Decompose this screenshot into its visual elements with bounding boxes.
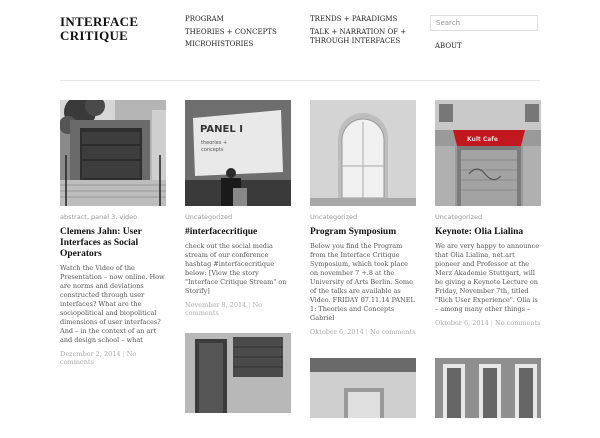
windows-facade-photo <box>435 358 541 418</box>
post-excerpt: We are very happy to announce that Olia … <box>435 242 540 313</box>
post-thumbnail-6[interactable] <box>310 358 416 438</box>
slide-subtitle-2: concepts <box>201 147 224 153</box>
post-comments-link[interactable]: No comments <box>495 319 541 327</box>
category-link[interactable]: abstract <box>60 213 87 221</box>
nav-program[interactable]: PROGRAM <box>185 15 295 25</box>
post-meta: Oktober 6, 2014 | No comments <box>435 319 541 327</box>
building-entrance-photo <box>60 100 166 206</box>
nav-microhistories[interactable]: MICROHISTORIES <box>185 40 295 50</box>
nav-talk-narration[interactable]: TALK + NARRATION OF + THROUGH INTERFACES <box>310 28 410 47</box>
post-meta: Oktober 6, 2014 | No comments <box>310 328 416 336</box>
category-link[interactable]: Uncategorized <box>310 213 357 221</box>
post-card-5 <box>185 333 291 413</box>
nav-about[interactable]: ABOUT <box>435 42 462 50</box>
post-categories: Uncategorized <box>310 213 416 221</box>
post-title[interactable]: Keynote: Olia Lialina <box>435 227 541 238</box>
post-thumbnail-2[interactable]: PANEL I theories + concepts <box>185 100 291 206</box>
post-title[interactable]: Clemens Jahn: User Interfaces as Social … <box>60 227 166 260</box>
slide-title: PANEL I <box>200 124 243 135</box>
site-title-line1[interactable]: INTERFACE <box>60 15 138 29</box>
nav-theories-concepts[interactable]: THEORIES + CONCEPTS <box>185 28 295 38</box>
main-nav-column-2: TRENDS + PARADIGMS TALK + NARRATION OF +… <box>310 15 410 50</box>
post-meta: Dezember 2, 2014 | No comments <box>60 350 137 366</box>
post-categories: Uncategorized <box>435 213 541 221</box>
header-divider <box>60 80 540 81</box>
post-categories: abstract, panel 3, video <box>60 213 138 221</box>
post-date[interactable]: Dezember 2, 2014 <box>60 350 120 358</box>
post-thumbnail-1[interactable] <box>60 100 166 206</box>
category-link[interactable]: Uncategorized <box>435 213 482 221</box>
post-card-6 <box>310 358 416 438</box>
doorway-photo <box>185 333 291 413</box>
post-thumbnail-3[interactable] <box>310 100 416 206</box>
post-thumbnail-5[interactable] <box>185 333 291 413</box>
post-comments-link[interactable]: No comments <box>370 328 416 336</box>
cafe-sign-text: Kult Cafe <box>467 136 498 143</box>
post-card-4: Kult Cafe Uncategorized Keynote: Olia Li… <box>435 100 541 327</box>
post-card-7 <box>435 358 541 438</box>
post-excerpt: Below you find the Program from the Inte… <box>310 242 415 322</box>
post-title[interactable]: Program Symposium <box>310 227 416 238</box>
post-categories: Uncategorized <box>185 213 291 221</box>
site-title-line2[interactable]: CRITIQUE <box>60 29 138 43</box>
post-card-3: Uncategorized Program Symposium Below yo… <box>310 100 416 336</box>
post-date[interactable]: Oktober 6, 2014 <box>310 328 364 336</box>
post-date[interactable]: Oktober 6, 2014 <box>435 319 489 327</box>
search-input[interactable] <box>430 15 538 31</box>
arched-window-photo <box>310 100 416 206</box>
nav-trends-paradigms[interactable]: TRENDS + PARADIGMS <box>310 15 410 25</box>
main-nav-column-1: PROGRAM THEORIES + CONCEPTS MICROHISTORI… <box>185 15 295 53</box>
post-excerpt: check out the social media stream of our… <box>185 242 287 295</box>
post-thumbnail-4[interactable]: Kult Cafe <box>435 100 541 206</box>
site-title[interactable]: INTERFACE CRITIQUE <box>60 15 138 43</box>
category-link[interactable]: panel 3 <box>91 213 115 221</box>
slide-subtitle: theories + <box>201 140 227 146</box>
category-link[interactable]: Uncategorized <box>185 213 232 221</box>
conference-stage-photo: PANEL I theories + concepts <box>185 100 291 206</box>
post-title[interactable]: #interfacecritique <box>185 227 291 238</box>
cafe-storefront-photo: Kult Cafe <box>435 100 541 206</box>
post-thumbnail-7[interactable] <box>435 358 541 438</box>
post-excerpt: Watch the Video of the Presentation – no… <box>60 264 165 344</box>
category-link[interactable]: video <box>119 213 137 221</box>
post-date[interactable]: November 8, 2014 <box>185 301 246 309</box>
post-meta: November 8, 2014 | No comments <box>185 301 263 317</box>
post-card-1: abstract, panel 3, video Clemens Jahn: U… <box>60 100 166 366</box>
building-facade-photo <box>310 358 416 418</box>
post-card-2: PANEL I theories + concepts Uncategorize… <box>185 100 291 317</box>
